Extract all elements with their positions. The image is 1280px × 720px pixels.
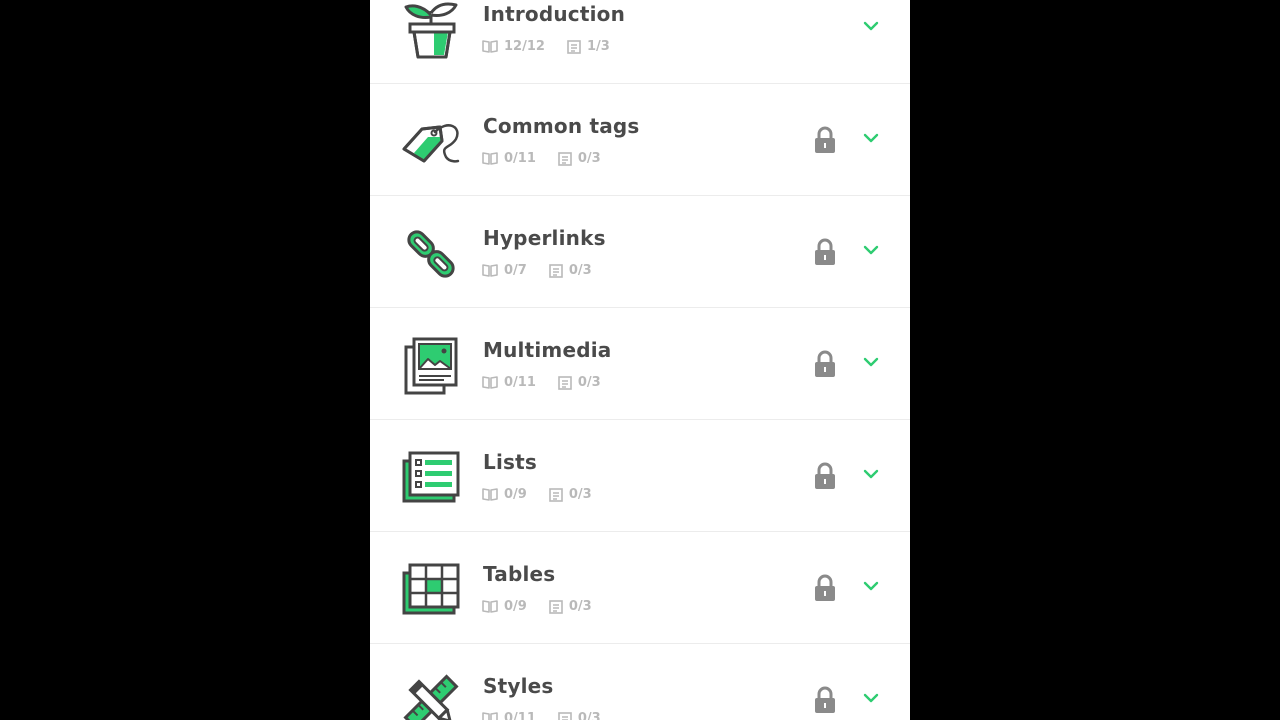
module-row-hyperlinks[interactable]: Hyperlinks 0/7 0/3 — [370, 196, 910, 308]
quizzes-count: 1/3 — [586, 39, 610, 54]
document-icon — [549, 263, 563, 278]
plant-pot-icon — [404, 2, 458, 59]
document-icon — [549, 487, 563, 502]
quizzes-stat: 0/3 — [558, 151, 601, 166]
lock-icon — [815, 574, 835, 601]
module-title: Multimedia — [483, 338, 612, 362]
quizzes-count: 0/3 — [568, 487, 592, 502]
lessons-stat: 0/9 — [482, 599, 527, 614]
image-gallery-icon — [404, 337, 458, 395]
lessons-stat: 12/12 — [482, 39, 545, 54]
lessons-count: 0/11 — [504, 711, 536, 720]
chevron-down-icon[interactable] — [863, 468, 879, 480]
lessons-count: 0/7 — [504, 263, 527, 278]
module-title: Tables — [483, 562, 556, 586]
module-title: Lists — [483, 450, 537, 474]
lessons-stat: 0/11 — [482, 375, 536, 390]
module-stats: 0/7 0/3 — [482, 263, 614, 278]
book-icon — [482, 40, 498, 53]
module-title: Introduction — [483, 2, 626, 26]
module-row-tables[interactable]: Tables 0/9 0/3 — [370, 532, 910, 644]
module-title: Hyperlinks — [483, 226, 606, 250]
module-stats: 0/11 0/3 — [482, 151, 623, 166]
price-tag-icon — [402, 124, 460, 163]
book-icon — [482, 152, 498, 165]
list-icon — [402, 451, 460, 503]
book-icon — [482, 376, 498, 389]
module-row-lists[interactable]: Lists 0/9 0/3 — [370, 420, 910, 532]
book-icon — [482, 712, 498, 720]
document-icon — [558, 375, 572, 390]
quizzes-count: 0/3 — [577, 151, 601, 166]
lessons-stat: 0/7 — [482, 263, 527, 278]
lessons-stat: 0/11 — [482, 151, 536, 166]
module-row-styles[interactable]: Styles 0/11 0/3 — [370, 644, 910, 720]
ruler-pencil-icon — [403, 674, 459, 720]
chevron-down-icon[interactable] — [863, 356, 879, 368]
lessons-count: 0/11 — [504, 375, 536, 390]
lock-icon — [815, 126, 835, 153]
module-list[interactable]: Introduction 12/12 1/3 Common tags 0/11 … — [370, 0, 910, 720]
book-icon — [482, 600, 498, 613]
lessons-count: 12/12 — [504, 39, 545, 54]
chevron-down-icon[interactable] — [863, 692, 879, 704]
quizzes-count: 0/3 — [577, 711, 601, 720]
module-row-multimedia[interactable]: Multimedia 0/11 0/3 — [370, 308, 910, 420]
chevron-down-icon[interactable] — [863, 20, 879, 32]
chevron-down-icon[interactable] — [863, 580, 879, 592]
lock-icon — [815, 462, 835, 489]
module-row-common-tags[interactable]: Common tags 0/11 0/3 — [370, 84, 910, 196]
lessons-count: 0/9 — [504, 599, 527, 614]
lessons-count: 0/9 — [504, 487, 527, 502]
lessons-stat: 0/11 — [482, 711, 536, 720]
document-icon — [567, 39, 581, 54]
lessons-stat: 0/9 — [482, 487, 527, 502]
chevron-down-icon[interactable] — [863, 132, 879, 144]
module-stats: 0/9 0/3 — [482, 599, 614, 614]
module-title: Common tags — [483, 114, 640, 138]
quizzes-stat: 0/3 — [549, 263, 592, 278]
document-icon — [558, 711, 572, 720]
quizzes-stat: 0/3 — [558, 711, 601, 720]
table-grid-icon — [402, 563, 460, 615]
lock-icon — [815, 350, 835, 377]
quizzes-count: 0/3 — [568, 599, 592, 614]
chain-link-icon — [407, 230, 455, 278]
module-stats: 0/9 0/3 — [482, 487, 614, 502]
module-title: Styles — [483, 674, 554, 698]
module-row-introduction[interactable]: Introduction 12/12 1/3 — [370, 0, 910, 84]
lessons-count: 0/11 — [504, 151, 536, 166]
course-screen: Introduction 12/12 1/3 Common tags 0/11 … — [370, 0, 910, 720]
module-stats: 0/11 0/3 — [482, 375, 623, 390]
module-stats: 0/11 0/3 — [482, 711, 623, 720]
book-icon — [482, 488, 498, 501]
lock-icon — [815, 686, 835, 713]
document-icon — [558, 151, 572, 166]
quizzes-count: 0/3 — [568, 263, 592, 278]
document-icon — [549, 599, 563, 614]
module-stats: 12/12 1/3 — [482, 39, 632, 54]
chevron-down-icon[interactable] — [863, 244, 879, 256]
quizzes-stat: 0/3 — [549, 487, 592, 502]
lock-icon — [815, 238, 835, 265]
quizzes-stat: 1/3 — [567, 39, 610, 54]
quizzes-stat: 0/3 — [549, 599, 592, 614]
book-icon — [482, 264, 498, 277]
quizzes-count: 0/3 — [577, 375, 601, 390]
quizzes-stat: 0/3 — [558, 375, 601, 390]
